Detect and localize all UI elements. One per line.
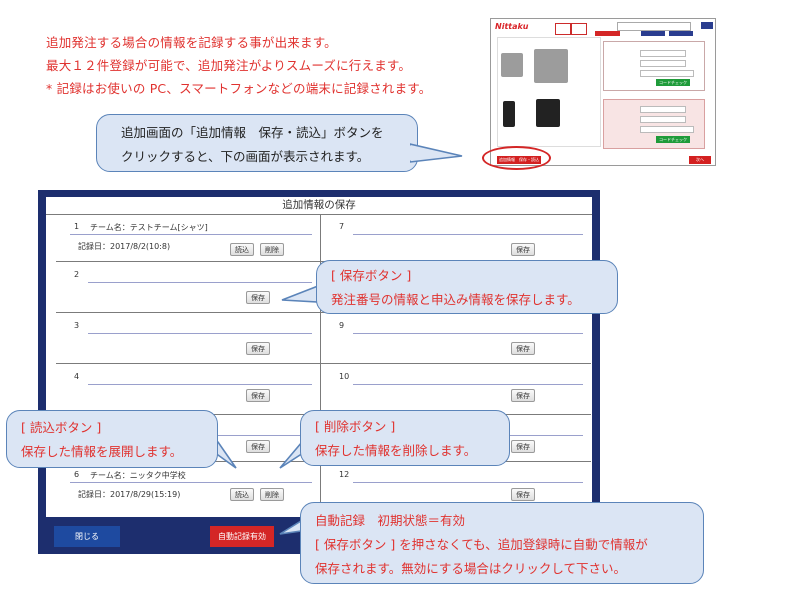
callout-save-title: [ 保存ボタン ] [331,268,412,283]
garment-shorts-main [536,99,560,127]
slot-number: 10 [339,372,350,381]
thumb-tab-3 [669,31,693,36]
callout-load-body: 保存した情報を展開します。 [21,444,183,459]
highlight-oval [482,146,551,170]
thumb-tab-1 [595,31,620,36]
slot-number: 9 [339,321,345,330]
save-button[interactable]: 保存 [511,389,535,402]
callout-auto-line-1: 自動記録 初期状態＝有効 [315,513,466,528]
save-button[interactable]: 保存 [511,440,535,453]
callout-save-tail [281,284,319,303]
callout-delete-title: [ 削除ボタン ] [315,419,396,434]
callout-auto-save: 自動記録 初期状態＝有効 [ 保存ボタン ] を押さなくても、追加登録時に自動で… [300,502,704,584]
slot-team-name: チーム名：ニッタク中学校 [90,471,186,480]
slot-number: 12 [339,470,350,479]
nittaku-logo: Nittaku [495,22,529,31]
garment-shorts-side [503,101,515,127]
save-button[interactable]: 保存 [246,440,270,453]
slot-number: 4 [74,372,80,381]
thumb-tab-2 [641,31,665,36]
thumb-help-button [701,22,713,29]
save-button[interactable]: 保存 [511,243,535,256]
delete-button[interactable]: 削除 [260,243,284,256]
slot-4: 4 保存 [56,364,320,415]
thumb-form-2: コードチェック [603,99,705,149]
thumb-form-1: コードチェック [603,41,705,91]
slot-3: 3 保存 [56,313,320,364]
slot-team-name: チーム名：テストチーム[シャツ] [90,223,208,232]
callout-save-body: 発注番号の情報と申込み情報を保存します。 [331,292,580,307]
save-button[interactable]: 保存 [246,291,270,304]
slot-10: 10 保存 [321,364,591,415]
thumb-code-check-1: コードチェック [656,79,690,86]
save-button[interactable]: 保存 [511,488,535,501]
delete-button[interactable]: 削除 [260,488,284,501]
slot-number: 2 [74,270,80,279]
thumb-search-field [617,22,691,31]
callout-save: [ 保存ボタン ] 発注番号の情報と申込み情報を保存します。 [316,260,618,314]
save-button[interactable]: 保存 [246,389,270,402]
thumb-code-check-2: コードチェック [656,136,690,143]
garment-shirt-front [501,53,523,77]
intro-line-1: 追加発注する場合の情報を記録する事が出来ます。 [46,35,337,50]
callout-open-line-2: クリックすると、下の画面が表示されます。 [121,149,370,164]
callout-delete-body: 保存した情報を削除します。 [315,443,477,458]
callout-auto-line-3: 保存されます。無効にする場合はクリックして下さい。 [315,561,627,576]
callout-load-title: [ 読込ボタン ] [21,420,102,435]
load-button[interactable]: 読込 [230,243,254,256]
close-button[interactable]: 閉じる [54,526,120,547]
garment-shirt-main [534,49,568,83]
auto-save-toggle[interactable]: 自動記録有効 [210,526,274,547]
callout-load: [ 読込ボタン ] 保存した情報を展開します。 [6,410,218,468]
callout-open-tail [410,143,463,163]
callout-delete: [ 削除ボタン ] 保存した情報を削除します。 [300,410,510,466]
slot-number: 6 [74,470,80,479]
intro-line-3: * 記録はお使いの PC、スマートフォンなどの端末に記録されます。 [46,81,432,96]
slot-1: 1 チーム名：テストチーム[シャツ] 記録日：2017/8/2(10:8) 読込… [56,214,320,262]
slot-date: 記録日：2017/8/2(10:8) [78,242,171,251]
slot-9: 9 保存 [321,313,591,364]
callout-open-screen: 追加画面の「追加情報 保存・読込」ボタンを クリックすると、下の画面が表示されま… [96,114,418,172]
pants-icon [571,23,587,35]
slot-7: 7 保存 [321,214,591,262]
callout-auto-line-2: [ 保存ボタン ] を押さなくても、追加登録時に自動で情報が [315,537,648,552]
save-button[interactable]: 保存 [246,342,270,355]
slot-number: 7 [339,222,345,231]
slot-date: 記録日：2017/8/29(15:19) [78,490,181,499]
add-screen-thumbnail: Nittaku コードチェック コードチェック 追加情報 保存・読込 次へ [490,18,716,166]
callout-open-line-1: 追加画面の「追加情報 保存・読込」ボタンを [121,125,384,140]
load-button[interactable]: 読込 [230,488,254,501]
shirt-icon [555,23,571,35]
save-button[interactable]: 保存 [511,342,535,355]
thumb-next-button: 次へ [689,156,711,164]
slot-number: 3 [74,321,80,330]
slot-number: 1 [74,222,80,231]
intro-line-2: 最大１２件登録が可能で、追加発注がよりスムーズに行えます。 [46,58,412,73]
modal-title: 追加情報の保存 [46,197,592,215]
